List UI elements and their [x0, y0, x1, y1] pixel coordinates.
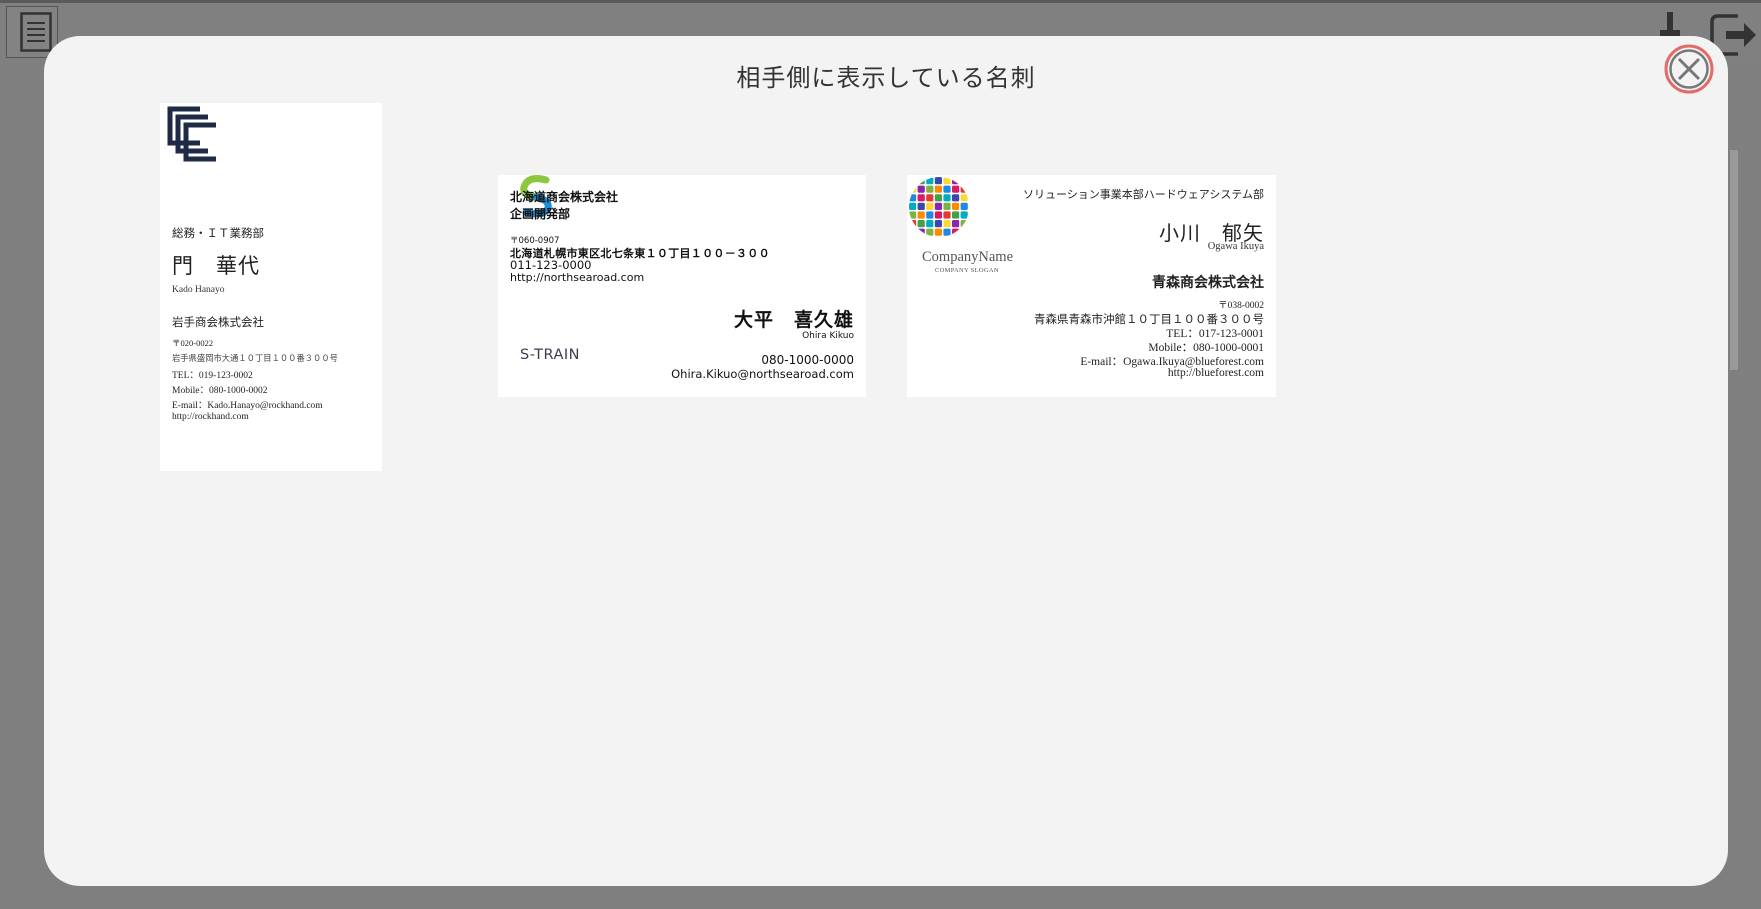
card-department: 総務・ＩＴ業務部	[172, 228, 264, 240]
card-name: 門 華代	[172, 254, 260, 278]
card-company: 岩手商会株式会社	[172, 317, 264, 329]
business-card-modal: 相手側に表示している名刺 総務・ＩＴ業務部 門 華代 Kado Hanayo 岩…	[44, 36, 1728, 886]
logo-company-name: CompanyName	[922, 249, 1014, 265]
card-romaji: Ogawa Ikuya	[1207, 241, 1264, 252]
card-url: http://rockhand.com	[172, 412, 249, 422]
card-mobile: Mobile：080-1000-0002	[172, 386, 268, 396]
close-circle-icon[interactable]	[1664, 44, 1714, 94]
card-email: Ohira.Kikuo@northsearoad.com	[671, 367, 854, 381]
card-postal: 〒020-0022	[172, 338, 214, 348]
logo-text: S-TRAIN	[520, 347, 580, 363]
card-tel: TEL：019-123-0002	[172, 371, 253, 381]
company-logo-icon	[167, 106, 216, 162]
card-department: 企画開発部	[510, 207, 571, 221]
card-postal: 〒038-0002	[1218, 301, 1264, 311]
card-company: 北海道商会株式会社	[510, 190, 619, 204]
globe-logo-icon	[909, 177, 968, 236]
card-tel: 011-123-0000	[510, 258, 592, 272]
logo-slogan: COMPANY SLOGAN	[935, 267, 999, 274]
modal-title: 相手側に表示している名刺	[736, 64, 1036, 92]
business-card-ogawa[interactable]: CompanyName COMPANY SLOGAN ソリューション事業本部ハー…	[907, 175, 1276, 397]
card-address: 岩手県盛岡市大通１０丁目１００番３００号	[172, 354, 338, 363]
card-email: E-mail：Kado.Hanayo@rockhand.com	[172, 401, 323, 411]
card-mobile: 080-1000-0000	[761, 353, 854, 367]
background-panel-edge	[1730, 150, 1738, 370]
business-card-ohira[interactable]: 北海道商会株式会社 企画開発部 〒060-0907 北海道札幌市東区北七条東１０…	[498, 175, 866, 397]
business-card-kado[interactable]: 総務・ＩＴ業務部 門 華代 Kado Hanayo 岩手商会株式会社 〒020-…	[160, 103, 382, 471]
card-name: 大平 喜久雄	[733, 309, 854, 331]
menu-list-icon	[20, 12, 52, 52]
card-romaji: Kado Hanayo	[172, 285, 225, 295]
card-url: http://northsearoad.com	[510, 271, 645, 284]
card-url: http://blueforest.com	[1167, 367, 1264, 379]
card-department: ソリューション事業本部ハードウェアシステム部	[1022, 189, 1264, 201]
card-romaji: Ohira Kikuo	[802, 331, 854, 341]
card-company: 青森商会株式会社	[1152, 276, 1264, 291]
